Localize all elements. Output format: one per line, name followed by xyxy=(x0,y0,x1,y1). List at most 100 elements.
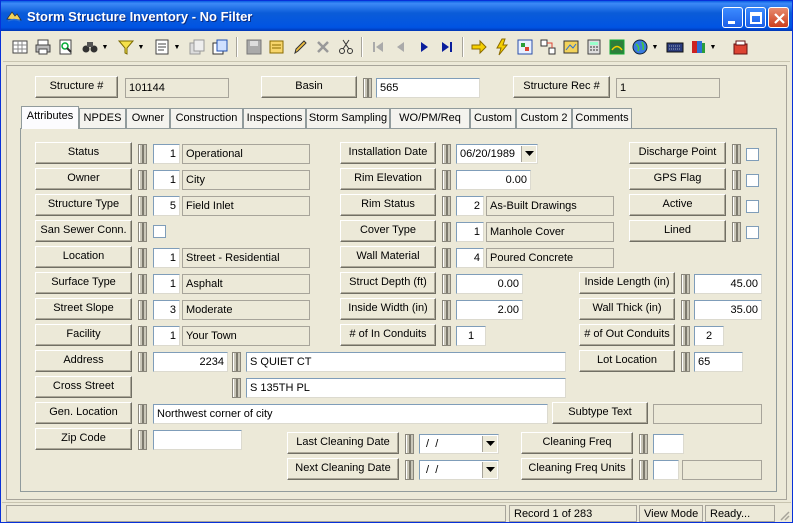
cleaning-freq-units-button[interactable]: Cleaning Freq Units xyxy=(521,458,633,480)
installation-date-combo[interactable]: 06/20/1989 xyxy=(456,144,538,164)
tab-wo-pm-req[interactable]: WO/PM/Req xyxy=(390,108,470,128)
grid-view-button[interactable] xyxy=(9,36,31,58)
out-conduits-field[interactable]: 2 xyxy=(694,326,724,346)
lot-location-field[interactable]: 65 xyxy=(694,352,743,372)
cross-street-field[interactable]: S 135TH PL xyxy=(246,378,566,398)
print-button[interactable] xyxy=(32,36,54,58)
print-preview-button[interactable] xyxy=(55,36,77,58)
chevron-down-icon[interactable] xyxy=(482,462,497,478)
cleaning-freq-units-code-field[interactable] xyxy=(653,460,679,480)
inside-width-field[interactable]: 2.00 xyxy=(456,300,523,320)
tab-construction[interactable]: Construction xyxy=(170,108,243,128)
edit-button[interactable] xyxy=(289,36,311,58)
save-button[interactable] xyxy=(243,36,265,58)
out-conduits-button[interactable]: # of Out Conduits xyxy=(579,324,675,346)
wall-material-button[interactable]: Wall Material xyxy=(340,246,436,268)
active-button[interactable]: Active xyxy=(629,194,726,216)
tab-inspections[interactable]: Inspections xyxy=(243,108,306,128)
wall-thick-field[interactable]: 35.00 xyxy=(694,300,762,320)
discharge-point-button[interactable]: Discharge Point xyxy=(629,142,726,164)
facility-code-field[interactable]: 1 xyxy=(153,326,180,346)
zip-code-button[interactable]: Zip Code xyxy=(35,428,132,450)
links-button[interactable] xyxy=(537,36,559,58)
copy-record-button[interactable] xyxy=(186,36,208,58)
next-record-button[interactable] xyxy=(413,36,435,58)
structure-rec-field[interactable]: 1 xyxy=(616,78,720,98)
previous-record-button[interactable] xyxy=(390,36,412,58)
chevron-down-icon[interactable] xyxy=(482,436,497,452)
globe-button[interactable] xyxy=(629,36,651,58)
facility-button[interactable]: Facility xyxy=(35,324,132,346)
basin-button[interactable]: Basin xyxy=(261,76,357,98)
installation-date-button[interactable]: Installation Date xyxy=(340,142,436,164)
struct-depth-field[interactable]: 0.00 xyxy=(456,274,523,294)
owner-button[interactable]: Owner xyxy=(35,168,132,190)
minimize-button[interactable] xyxy=(722,7,743,28)
find-button[interactable] xyxy=(79,36,101,58)
map-button[interactable] xyxy=(560,36,582,58)
calculator-button[interactable] xyxy=(583,36,605,58)
exit-button[interactable] xyxy=(730,36,752,58)
basin-field[interactable]: 565 xyxy=(376,78,480,98)
street-slope-button[interactable]: Street Slope xyxy=(35,298,132,320)
status-code-field[interactable]: 1 xyxy=(153,144,180,164)
lined-checkbox[interactable] xyxy=(746,226,759,239)
rim-elevation-field[interactable]: 0.00 xyxy=(456,170,531,190)
chevron-down-icon[interactable]: ▼ xyxy=(101,36,109,58)
wall-material-code-field[interactable]: 4 xyxy=(456,248,484,268)
gis-button[interactable] xyxy=(606,36,628,58)
in-conduits-field[interactable]: 1 xyxy=(456,326,486,346)
clone-button[interactable] xyxy=(209,36,231,58)
san-sewer-button[interactable]: San Sewer Conn. xyxy=(35,220,132,242)
lined-button[interactable]: Lined xyxy=(629,220,726,242)
structure-number-field[interactable]: 101144 xyxy=(125,78,229,98)
tab-custom[interactable]: Custom xyxy=(470,108,516,128)
keyboard-button[interactable] xyxy=(664,36,686,58)
report-button[interactable] xyxy=(151,36,173,58)
struct-depth-button[interactable]: Struct Depth (ft) xyxy=(340,272,436,294)
quick-action-button[interactable] xyxy=(491,36,513,58)
chevron-down-icon[interactable]: ▼ xyxy=(173,36,181,58)
chevron-down-icon[interactable]: ▼ xyxy=(651,36,659,58)
structure-type-button[interactable]: Structure Type xyxy=(35,194,132,216)
gen-location-field[interactable]: Northwest corner of city xyxy=(153,404,548,424)
gps-flag-button[interactable]: GPS Flag xyxy=(629,168,726,190)
discharge-point-checkbox[interactable] xyxy=(746,148,759,161)
first-record-button[interactable] xyxy=(367,36,389,58)
owner-code-field[interactable]: 1 xyxy=(153,170,180,190)
rim-status-button[interactable]: Rim Status xyxy=(340,194,436,216)
in-conduits-button[interactable]: # of In Conduits xyxy=(340,324,436,346)
subtype-text-button[interactable]: Subtype Text xyxy=(552,402,648,424)
location-code-field[interactable]: 1 xyxy=(153,248,180,268)
tab-comments[interactable]: Comments xyxy=(572,108,632,128)
address-button[interactable]: Address xyxy=(35,350,132,372)
wall-thick-button[interactable]: Wall Thick (in) xyxy=(579,298,675,320)
gps-flag-checkbox[interactable] xyxy=(746,174,759,187)
rim-status-code-field[interactable]: 2 xyxy=(456,196,484,216)
tab-custom-2[interactable]: Custom 2 xyxy=(516,108,572,128)
inside-length-field[interactable]: 45.00 xyxy=(694,274,762,294)
tab-storm-sampling[interactable]: Storm Sampling xyxy=(306,108,390,128)
structure-type-code-field[interactable]: 5 xyxy=(153,196,180,216)
cover-type-code-field[interactable]: 1 xyxy=(456,222,484,242)
tab-attributes[interactable]: Attributes xyxy=(21,106,79,129)
cover-type-button[interactable]: Cover Type xyxy=(340,220,436,242)
address-street-field[interactable]: S QUIET CT xyxy=(246,352,566,372)
delete-button[interactable] xyxy=(312,36,334,58)
last-cleaning-date-combo[interactable]: / / xyxy=(419,434,499,454)
structure-number-button[interactable]: Structure # xyxy=(35,76,118,98)
cleaning-freq-field[interactable] xyxy=(653,434,684,454)
resize-grip-icon[interactable] xyxy=(778,509,790,521)
books-button[interactable] xyxy=(687,36,709,58)
cleaning-freq-button[interactable]: Cleaning Freq xyxy=(521,432,633,454)
cut-button[interactable] xyxy=(335,36,357,58)
last-cleaning-date-button[interactable]: Last Cleaning Date xyxy=(287,432,399,454)
inside-length-button[interactable]: Inside Length (in) xyxy=(579,272,675,294)
tab-owner[interactable]: Owner xyxy=(126,108,170,128)
gen-location-button[interactable]: Gen. Location xyxy=(35,402,132,424)
jump-button[interactable] xyxy=(468,36,490,58)
attach-button[interactable] xyxy=(514,36,536,58)
next-cleaning-date-button[interactable]: Next Cleaning Date xyxy=(287,458,399,480)
next-cleaning-date-combo[interactable]: / / xyxy=(419,460,499,480)
surface-type-code-field[interactable]: 1 xyxy=(153,274,180,294)
